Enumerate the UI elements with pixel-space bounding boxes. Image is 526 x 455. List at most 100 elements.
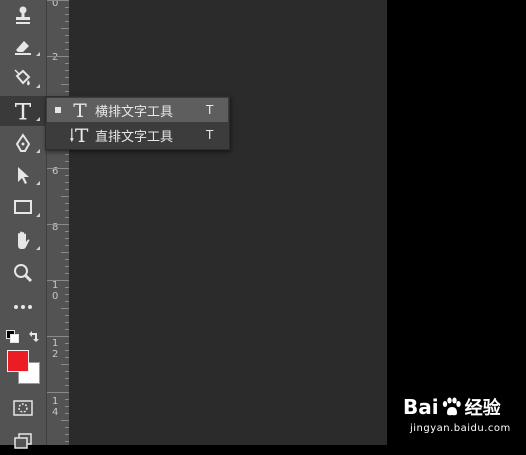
ruler-tick [65,49,69,50]
watermark-brand-cn: 经验 [464,398,501,419]
ruler-tick [65,273,69,274]
selected-bullet-icon [55,107,61,113]
ruler-tick [47,392,69,393]
watermark-brand-latin: Bai [403,395,439,419]
type-tool[interactable] [0,96,46,126]
ruler-number: 0 [52,0,59,9]
vertical-ruler[interactable]: 0 2 4 6 8 1 0 1 2 1 4 [47,0,70,445]
hand-icon [18,231,30,249]
pen-icon [15,133,31,152]
default-colors-icon[interactable] [6,330,19,343]
flyout-item-shortcut: T [206,128,214,142]
ruler-tick [65,42,69,43]
watermark-url: jingyan.baidu.com [410,423,511,434]
ellipsis-icon [14,305,32,309]
ruler-number: 1 4 [52,396,59,418]
vertical-type-tool-item[interactable]: 直排文字工具 T [47,123,228,147]
ruler-tick [65,238,69,239]
horizontal-type-icon [69,100,91,120]
ruler-tick [65,91,69,92]
pen-tool[interactable] [0,128,46,158]
ruler-tick [65,231,69,232]
ruler-tick [65,189,69,190]
ruler-tick [65,182,69,183]
selection-tool[interactable] [0,160,46,190]
quick-mask-icon [13,400,33,416]
stamp-icon [16,6,30,24]
type-tool-flyout: 横排文字工具 T 直排文字工具 T [45,96,230,150]
ruler-tick [65,406,69,407]
zoom-tool[interactable] [0,258,46,288]
hand-tool[interactable] [0,225,46,255]
swap-colors-icon[interactable] [27,329,41,343]
ruler-tick [65,441,69,442]
ruler-tick [47,224,69,225]
unselected-bullet [55,132,61,138]
rectangle-icon [14,200,32,214]
subtools-indicator [36,84,40,88]
horizontal-type-tool-item[interactable]: 横排文字工具 T [47,98,228,122]
ruler-tick [65,77,69,78]
ruler-tick [65,322,69,323]
ruler-tick [65,161,69,162]
ruler-number: 1 0 [52,280,59,302]
subtools-indicator [36,117,40,121]
ruler-tick [65,385,69,386]
subtools-indicator [36,52,40,56]
ruler-tick [65,357,69,358]
subtools-indicator [36,181,40,185]
quick-mask-button[interactable] [0,393,46,423]
ruler-tick [65,371,69,372]
flyout-item-label: 横排文字工具 [95,104,174,120]
ruler-tick [65,427,69,428]
flyout-item-shortcut: T [206,103,214,117]
stamp-tool[interactable] [0,0,46,30]
ruler-tick [65,217,69,218]
ruler-tick [65,35,69,36]
ruler-tick [47,56,69,57]
tools-panel [0,0,47,449]
rectangle-tool[interactable] [0,192,46,222]
paw-icon [442,397,461,416]
ruler-tick [65,399,69,400]
ruler-tick [61,308,69,309]
ruler-tick [61,252,69,253]
ruler-tick [47,336,69,337]
ruler-tick [65,343,69,344]
ruler-tick [61,28,69,29]
ruler-tick [65,287,69,288]
screen-mode-icon [14,433,32,449]
ruler-tick [65,245,69,246]
subtools-indicator [36,149,40,153]
ruler-tick [65,14,69,15]
eraser-tool[interactable] [0,31,46,61]
more-tools-button[interactable] [0,292,46,322]
ruler-tick [65,7,69,8]
ruler-tick [47,168,69,169]
vertical-type-icon [69,125,91,145]
baidu-jingyan-watermark: Bai 经验 jingyan.baidu.com [400,388,526,445]
type-icon [15,103,31,120]
pasteboard [387,0,526,445]
document-canvas[interactable] [70,0,387,445]
ruler-tick [65,70,69,71]
ruler-tick [65,210,69,211]
ruler-tick [65,154,69,155]
paint-bucket-tool[interactable] [0,63,46,93]
magnifier-icon [14,264,33,283]
ruler-tick [65,259,69,260]
ruler-tick [47,0,69,1]
ruler-tick [65,63,69,64]
flyout-item-label: 直排文字工具 [95,129,174,145]
ruler-tick [65,203,69,204]
screen-mode-button[interactable] [0,425,46,455]
ruler-tick [65,175,69,176]
ruler-number: 1 2 [52,338,59,360]
ruler-tick [65,294,69,295]
ruler-tick [65,434,69,435]
ruler-tick [65,266,69,267]
ruler-tick [65,378,69,379]
foreground-color-swatch[interactable] [7,350,29,372]
ruler-tick [61,364,69,365]
ruler-tick [65,301,69,302]
